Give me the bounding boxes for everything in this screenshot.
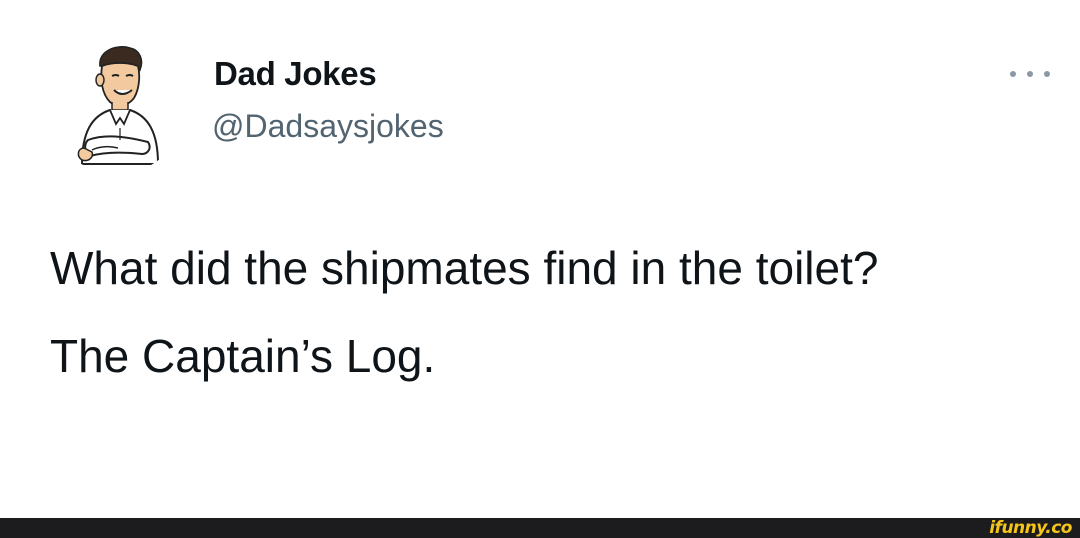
watermark-bar: ifunny.co [0, 518, 1080, 538]
more-options-button[interactable] [1010, 60, 1050, 88]
user-handle[interactable]: @Dadsaysjokes [212, 108, 444, 145]
tweet-card: Dad Jokes @Dadsaysjokes What did the shi… [0, 0, 1080, 518]
avatar[interactable] [48, 36, 186, 174]
avatar-cartoon-man-icon [77, 46, 160, 165]
display-name[interactable]: Dad Jokes [214, 55, 377, 93]
more-horizontal-icon [1010, 71, 1016, 77]
more-horizontal-icon [1027, 71, 1033, 77]
ifunny-watermark: ifunny.co [989, 518, 1072, 538]
tweet-text-punchline: The Captain’s Log. [50, 330, 436, 382]
more-horizontal-icon [1044, 71, 1050, 77]
tweet-text-question: What did the shipmates find in the toile… [50, 242, 879, 294]
tweet-body: What did the shipmates find in the toile… [50, 236, 1030, 388]
